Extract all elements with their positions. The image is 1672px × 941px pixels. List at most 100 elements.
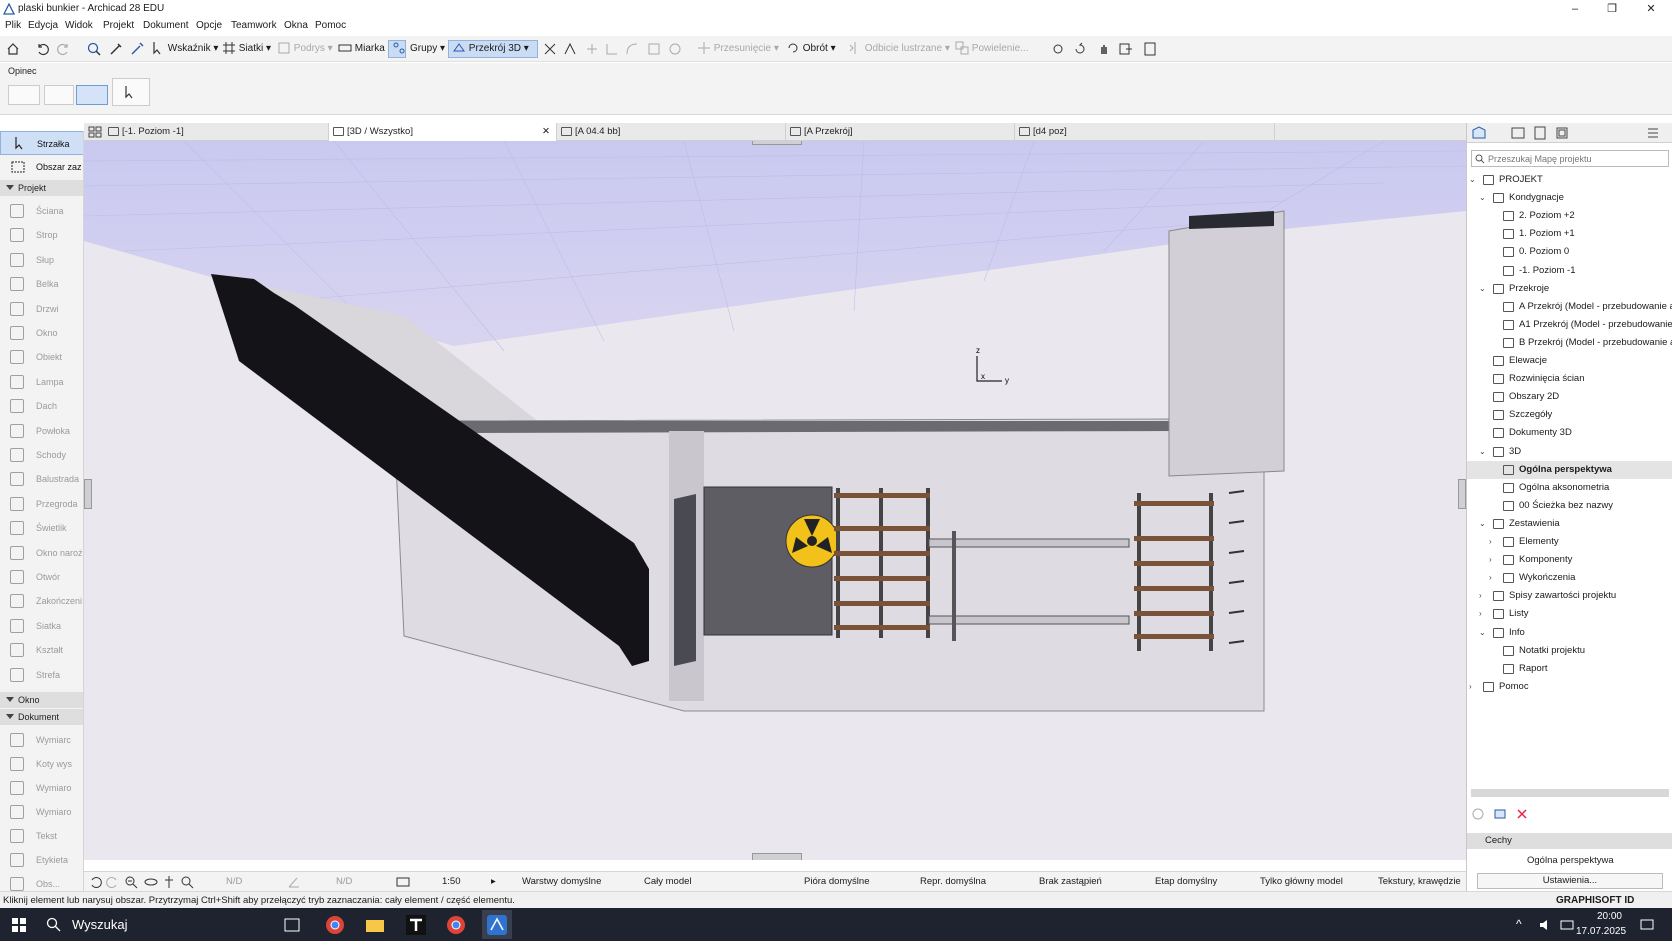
tree-item[interactable]: ⌄ 3D bbox=[1467, 443, 1672, 461]
app-t-icon[interactable] bbox=[406, 915, 426, 935]
top-pan-handle[interactable] bbox=[752, 141, 802, 145]
tool-marquee[interactable]: Obszar zaz bbox=[0, 155, 83, 179]
scale-arrow[interactable]: ▸ bbox=[491, 876, 496, 887]
tree-item[interactable]: › Wykończenia bbox=[1467, 569, 1672, 587]
tab-przekroj[interactable]: [A Przekrój] bbox=[786, 123, 1015, 141]
archicad-taskbar-button[interactable] bbox=[482, 910, 512, 939]
menu-edycja[interactable]: Edycja bbox=[28, 20, 58, 31]
menu-dokument[interactable]: Dokument bbox=[143, 20, 189, 31]
tool-strop[interactable]: Strop bbox=[0, 223, 83, 247]
tree-item[interactable]: -1. Poziom -1 bbox=[1467, 262, 1672, 280]
expand-toggle-icon[interactable]: ⌄ bbox=[1469, 171, 1476, 189]
section-window[interactable]: Okno bbox=[0, 692, 83, 708]
explorer-icon[interactable] bbox=[365, 916, 385, 934]
model-combo[interactable]: Cały model bbox=[644, 876, 692, 887]
tool-strefa[interactable]: Strefa bbox=[0, 663, 83, 687]
tree-item[interactable]: › Komponenty bbox=[1467, 551, 1672, 569]
tool-belka[interactable]: Belka bbox=[0, 272, 83, 296]
tab-d4[interactable]: [d4 poz] bbox=[1015, 123, 1275, 141]
tool-słup[interactable]: Słup bbox=[0, 248, 83, 272]
notifications-icon[interactable] bbox=[1640, 918, 1654, 932]
volume-icon[interactable] bbox=[1538, 918, 1552, 932]
scale-value[interactable]: 1:50 bbox=[442, 876, 461, 887]
tool-drzwi[interactable]: Drzwi bbox=[0, 297, 83, 321]
navigator-menu-icon[interactable] bbox=[1645, 126, 1661, 140]
horizontal-scrollbar[interactable] bbox=[1471, 789, 1669, 797]
tree-item[interactable]: Ogólna perspektywa bbox=[1467, 460, 1672, 479]
tool-przegroda[interactable]: Przegroda bbox=[0, 492, 83, 516]
hand-icon[interactable] bbox=[1097, 42, 1111, 56]
document-icon[interactable] bbox=[1143, 42, 1157, 56]
tree-item[interactable]: Elewacje bbox=[1467, 352, 1672, 370]
tool-ściana[interactable]: Ściana bbox=[0, 199, 83, 223]
override-combo[interactable]: Brak zastąpień bbox=[1039, 876, 1102, 887]
explode-icon[interactable] bbox=[668, 42, 682, 56]
redo-icon[interactable] bbox=[57, 42, 71, 56]
navigator-search[interactable]: Przeszukaj Mapę projektu bbox=[1471, 150, 1669, 167]
tree-item[interactable]: ⌄ PROJEKT bbox=[1467, 171, 1672, 189]
trace-button[interactable]: Podrys ▾ bbox=[277, 40, 333, 58]
redo-zoom-icon[interactable] bbox=[106, 875, 120, 889]
expand-toggle-icon[interactable]: › bbox=[1479, 587, 1482, 605]
syringe-icon[interactable] bbox=[129, 41, 145, 57]
scale-icon[interactable] bbox=[396, 876, 410, 888]
tree-item[interactable]: A1 Przekrój (Model - przebudowanie a bbox=[1467, 316, 1672, 334]
new-folder-icon[interactable] bbox=[1471, 807, 1485, 821]
tree-item[interactable]: Dokumenty 3D bbox=[1467, 424, 1672, 442]
repr-combo[interactable]: Repr. domyślna bbox=[920, 876, 986, 887]
doc-tool[interactable]: Wymiaro bbox=[0, 776, 83, 800]
minimize-button[interactable]: – bbox=[1560, 0, 1590, 18]
tree-item[interactable]: › Spisy zawartości projektu bbox=[1467, 587, 1672, 605]
move-button[interactable]: Przesunięcie ▾ bbox=[697, 40, 779, 58]
menu-teamwork[interactable]: Teamwork bbox=[231, 20, 277, 31]
split-icon[interactable] bbox=[543, 42, 557, 56]
clone-icon[interactable] bbox=[1493, 807, 1507, 821]
tree-item[interactable]: › Listy bbox=[1467, 605, 1672, 623]
menu-okna[interactable]: Okna bbox=[284, 20, 308, 31]
tree-item[interactable]: ⌄ Zestawienia bbox=[1467, 515, 1672, 533]
textures-combo[interactable]: Tekstury, krawędzie bbox=[1378, 876, 1461, 887]
tree-item[interactable]: Szczegóły bbox=[1467, 406, 1672, 424]
left-pan-handle[interactable] bbox=[84, 479, 92, 509]
export-icon[interactable] bbox=[1119, 42, 1133, 56]
network-icon[interactable] bbox=[1560, 918, 1574, 932]
undo-icon[interactable] bbox=[35, 42, 49, 56]
tree-item[interactable]: 0. Poziom 0 bbox=[1467, 243, 1672, 261]
tree-item[interactable]: 2. Poziom +2 bbox=[1467, 207, 1672, 225]
expand-toggle-icon[interactable]: › bbox=[1469, 678, 1472, 696]
doc-tool[interactable]: Wymiarc bbox=[0, 728, 83, 752]
find-select-icon[interactable] bbox=[86, 41, 102, 57]
tree-item[interactable]: › Elementy bbox=[1467, 533, 1672, 551]
chrome-icon[interactable] bbox=[325, 915, 345, 935]
trim-icon[interactable] bbox=[605, 42, 619, 56]
expand-toggle-icon[interactable]: › bbox=[1489, 533, 1492, 551]
tool-otwór[interactable]: Otwór bbox=[0, 565, 83, 589]
rotate-method-button[interactable] bbox=[76, 85, 108, 105]
arrow-method-button[interactable] bbox=[112, 78, 150, 106]
tree-item[interactable]: Obszary 2D bbox=[1467, 388, 1672, 406]
tray-chevron-icon[interactable]: ^ bbox=[1516, 917, 1522, 931]
main-model-combo[interactable]: Tylko główny model bbox=[1260, 876, 1343, 887]
tab-a044[interactable]: [A 04.4 bb] bbox=[557, 123, 786, 141]
tree-item[interactable]: ⌄ Kondygnacje bbox=[1467, 189, 1672, 207]
phase-combo[interactable]: Etap domyślny bbox=[1155, 876, 1217, 887]
multiply-button[interactable]: Powielenie... bbox=[955, 40, 1028, 58]
undo-zoom-icon[interactable] bbox=[88, 875, 102, 889]
expand-toggle-icon[interactable]: ⌄ bbox=[1479, 624, 1486, 642]
tree-item[interactable]: Ogólna aksonometria bbox=[1467, 479, 1672, 497]
fit-icon[interactable] bbox=[180, 875, 194, 889]
tree-item[interactable]: Rozwinięcia ścian bbox=[1467, 370, 1672, 388]
fillet-icon[interactable] bbox=[625, 42, 639, 56]
tab-3d[interactable]: [3D / Wszystko] ✕ bbox=[329, 123, 557, 141]
intersect-icon[interactable] bbox=[585, 42, 599, 56]
magic-wand-button[interactable] bbox=[388, 40, 406, 58]
expand-toggle-icon[interactable]: › bbox=[1489, 569, 1492, 587]
tree-item[interactable]: B Przekrój (Model - przebudowanie au bbox=[1467, 334, 1672, 352]
tool-balustrada[interactable]: Balustrada bbox=[0, 467, 83, 491]
layout-book-icon[interactable] bbox=[1533, 126, 1547, 140]
tool-okno-naroż[interactable]: Okno naroż bbox=[0, 541, 83, 565]
adjust-icon[interactable] bbox=[563, 42, 577, 56]
tool-zakończeni[interactable]: Zakończeni bbox=[0, 589, 83, 613]
resize-icon[interactable] bbox=[647, 42, 661, 56]
doc-tool[interactable]: Wymiaro bbox=[0, 800, 83, 824]
